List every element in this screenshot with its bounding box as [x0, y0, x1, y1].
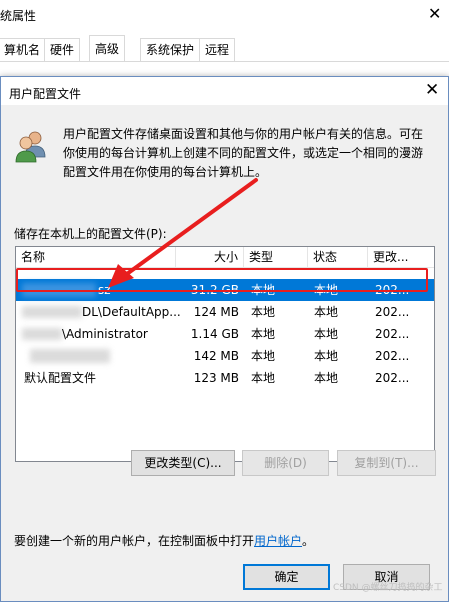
row-name: DL\DefaultApp...	[82, 305, 181, 319]
row-name: \Administrator	[62, 327, 148, 341]
row-type: 本地	[251, 327, 276, 341]
dialog-title: 用户配置文件	[9, 87, 82, 101]
table-row[interactable]: \Administrator 1.14 GB 本地 本地 202...	[16, 323, 434, 345]
red-arrow-icon	[108, 178, 258, 288]
watermark-text: CSDN @螺丝刀捣捣的杂工	[333, 583, 443, 593]
tab-divider	[0, 61, 449, 62]
delete-button[interactable]: 删除(D)	[242, 450, 329, 476]
background-tab-strip: 算机名 硬件 高级 系统保护 远程	[0, 35, 449, 62]
background-close-icon[interactable]: ✕	[428, 4, 441, 23]
row-type: 本地	[251, 305, 276, 319]
row-size: 123 MB	[193, 371, 239, 385]
row-size: 1.14 GB	[190, 327, 239, 341]
row-modified: 202...	[375, 327, 410, 341]
user-profiles-dialog: 用户配置文件 ✕ 用户配置文件存储桌面设置和其他与你的用户帐户有关的信息。可在你…	[0, 76, 449, 602]
row-type: 本地	[251, 349, 276, 363]
redacted-name	[30, 349, 110, 363]
redacted-name	[22, 306, 82, 318]
row-name: 默认配置文件	[24, 371, 97, 385]
row-type: 本地	[251, 371, 276, 385]
tab-system-protection[interactable]: 系统保护	[140, 38, 201, 61]
background-window-title: 统属性	[0, 9, 37, 23]
tab-computer-name[interactable]: 算机名	[0, 38, 47, 61]
tab-remote[interactable]: 远程	[199, 38, 236, 61]
change-type-button[interactable]: 更改类型(C)...	[131, 450, 235, 476]
users-icon	[15, 131, 46, 163]
row-modified: 202...	[375, 305, 410, 319]
create-account-hint: 要创建一个新的用户帐户，在控制面板中打开用户帐户。	[14, 532, 314, 549]
tab-hardware[interactable]: 硬件	[44, 38, 81, 61]
hint-suffix: 。	[302, 534, 315, 548]
background-window-titlebar	[0, 0, 449, 30]
row-status: 本地	[314, 305, 339, 319]
row-status: 本地	[314, 327, 339, 341]
tab-advanced[interactable]: 高级	[89, 35, 126, 62]
row-status: 本地	[314, 371, 339, 385]
row-modified: 202...	[375, 349, 410, 363]
dialog-titlebar: 用户配置文件 ✕	[1, 77, 448, 105]
copy-to-button[interactable]: 复制到(T)...	[337, 450, 436, 476]
row-size: 124 MB	[193, 305, 239, 319]
column-header-modified[interactable]: 更改...	[368, 247, 434, 267]
table-row[interactable]: DL\DefaultApp... 124 MB 本地 本地 202...	[16, 301, 434, 323]
dialog-close-icon[interactable]: ✕	[425, 80, 439, 100]
row-size: 142 MB	[193, 349, 239, 363]
ok-button[interactable]: 确定	[243, 564, 330, 590]
hint-prefix: 要创建一个新的用户帐户，在控制面板中打开	[14, 534, 255, 548]
user-accounts-link[interactable]: 用户帐户	[254, 534, 302, 548]
column-header-status[interactable]: 状态	[308, 247, 368, 267]
row-status: 本地	[314, 349, 339, 363]
table-row[interactable]: 142 MB 本地 本地 202...	[16, 345, 434, 367]
row-modified: 202...	[375, 371, 410, 385]
table-row[interactable]: 默认配置文件 123 MB 本地 本地 202...	[16, 367, 434, 389]
redacted-name	[22, 328, 62, 340]
